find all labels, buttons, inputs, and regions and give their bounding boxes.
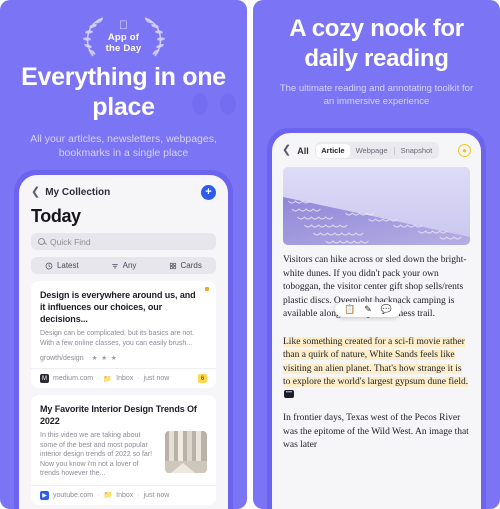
filter-icon (111, 263, 118, 268)
status-badge: 6 (198, 374, 207, 383)
card-source: medium.com (53, 375, 94, 382)
interior-photo (165, 431, 207, 473)
filter-any-label: Any (122, 261, 137, 270)
card-source: youtube.com (53, 491, 94, 499)
card-time: just now (143, 375, 170, 382)
filter-cards[interactable]: Cards (154, 261, 216, 270)
filter-latest[interactable]: Latest (31, 261, 93, 270)
comment-icon[interactable]: 💬 (381, 305, 392, 314)
card-tag[interactable]: growth/design (40, 355, 84, 362)
copy-icon[interactable]: 📋 (344, 305, 355, 314)
right-headline: A cozy nook for daily reading (289, 15, 464, 72)
highlight-span[interactable]: Like something created for a sci-fi movi… (283, 336, 469, 387)
right-phone-mockup: ❮ All Article Webpage Snapshot ● Visitor… (267, 128, 486, 509)
clock-icon (45, 262, 53, 269)
card-meta: M medium.com · 📁 Inbox · just now 6 (31, 368, 216, 388)
search-icon (38, 238, 45, 245)
card-time: just now (143, 491, 170, 499)
reader-screen: ❮ All Article Webpage Snapshot ● Visitor… (272, 133, 481, 509)
card-rating-stars: ★ ★ ★ (91, 355, 118, 362)
collection-screen: ❮ My Collection + Today Quick Find Lates… (19, 175, 228, 509)
filter-cards-label: Cards (180, 261, 202, 270)
tab-webpage[interactable]: Webpage (351, 144, 393, 158)
hero-image (283, 167, 470, 245)
card-meta: ▶ youtube.com · 📁 Inbox · just now (31, 484, 216, 505)
card-folder: Inbox (116, 491, 134, 499)
card-title: Design is everywhere around us, and it i… (40, 290, 196, 324)
right-subtitle: The ultimate reading and annotating tool… (279, 83, 474, 107)
left-phone-mockup: ❮ My Collection + Today Quick Find Lates… (14, 170, 233, 509)
card-tag-row: growth/design ★ ★ ★ (40, 354, 207, 363)
meta-separator: · (137, 491, 140, 499)
left-subtitle: All your articles, newsletters, webpages… (30, 133, 217, 159)
article-card-list: Design is everywhere around us, and it i… (19, 281, 228, 509)
folder-icon: 📁 (103, 492, 113, 499)
highlighted-paragraph: Like something created for a sci-fi movi… (283, 336, 470, 404)
tab-snapshot[interactable]: Snapshot (396, 144, 438, 158)
segment-divider (393, 146, 395, 155)
search-placeholder: Quick Find (50, 236, 91, 247)
annotation-toolbar: 📋 ✎ 💬 (335, 302, 401, 317)
card-thumbnail (165, 431, 207, 473)
card-excerpt: Design can be complicated, but its basic… (40, 330, 195, 347)
card-folder: Inbox (116, 375, 134, 382)
collection-label[interactable]: My Collection (45, 187, 110, 198)
filter-latest-label: Latest (56, 261, 79, 270)
sand-dune-photo (283, 167, 470, 245)
app-of-the-day-badge:  App of the Day (0, 8, 247, 64)
page-title: Today (31, 206, 81, 226)
chevron-left-icon[interactable]: ❮ (282, 145, 291, 156)
right-promo-panel: A cozy nook for daily reading The ultima… (253, 0, 500, 509)
filter-bar: Latest Any Cards (31, 257, 216, 274)
filter-any[interactable]: Any (93, 261, 155, 270)
favicon: ▶ (40, 490, 49, 500)
reader-toolbar: ❮ All Article Webpage Snapshot ● (272, 133, 481, 167)
comment-badge[interactable]: ••• (284, 389, 294, 398)
user-avatar-icon[interactable]: ● (458, 144, 471, 157)
grid-icon (169, 262, 176, 269)
list-item[interactable]: Design is everywhere around us, and it i… (31, 281, 216, 388)
paragraph-block-1: Visitors can hike across or sled down th… (283, 254, 470, 322)
meta-separator: · (97, 375, 100, 382)
app-nav-bar: ❮ My Collection + (19, 175, 228, 202)
chevron-left-icon[interactable]: ❮ (31, 187, 40, 198)
unread-dot-icon (205, 287, 209, 291)
left-headline: Everything in one place (21, 63, 226, 121)
highlighter-icon[interactable]: ✎ (364, 305, 372, 314)
view-mode-segmented-control: Article Webpage Snapshot (314, 142, 439, 159)
meta-separator: · (137, 375, 140, 382)
add-item-button[interactable]: + (201, 185, 216, 200)
tab-article[interactable]: Article (316, 143, 350, 158)
back-label[interactable]: All (297, 146, 309, 156)
favicon: M (40, 374, 49, 383)
list-item[interactable]: My Favorite Interior Design Trends Of 20… (31, 395, 216, 505)
article-content: Visitors can hike across or sled down th… (272, 167, 481, 509)
left-promo-panel:  App of the Day Everything in one place… (0, 0, 247, 509)
card-excerpt: In this video we are taking about some o… (40, 432, 153, 477)
search-input[interactable]: Quick Find (31, 233, 216, 250)
article-paragraph: In frontier days, Texas west of the Peco… (283, 413, 469, 451)
card-title: My Favorite Interior Design Trends Of 20… (40, 404, 197, 426)
laurel-wreath-icon (82, 17, 165, 57)
meta-separator: · (97, 491, 100, 499)
folder-icon: 📁 (103, 375, 113, 383)
